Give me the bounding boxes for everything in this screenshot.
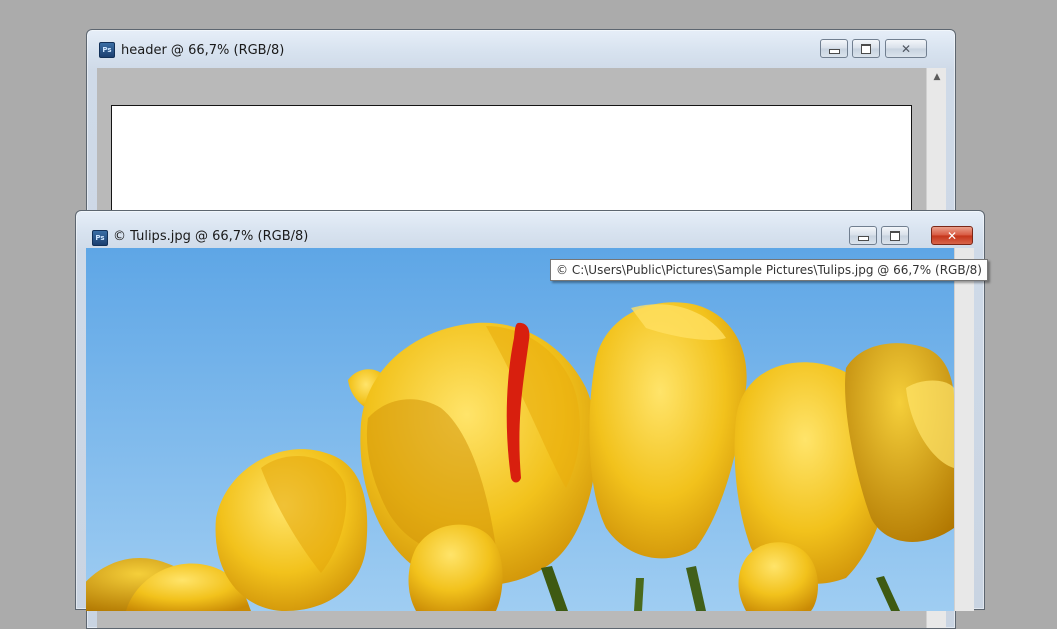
close-icon: ✕ (900, 41, 912, 56)
document-path-tooltip: © C:\Users\Public\Pictures\Sample Pictur… (550, 259, 988, 281)
photoshop-document-icon: Ps (99, 42, 115, 58)
photoshop-document-icon: Ps (92, 230, 108, 246)
header-window-title: header @ 66,7% (RGB/8) (121, 43, 285, 58)
scroll-up-arrow-icon[interactable]: ▲ (928, 68, 946, 86)
maximize-icon (890, 230, 900, 241)
minimize-icon (857, 236, 869, 241)
minimize-button[interactable] (820, 39, 848, 58)
tulips-canvas-area[interactable] (86, 248, 954, 611)
maximize-icon (861, 43, 871, 54)
minimize-button[interactable] (849, 226, 877, 245)
tulips-photo[interactable] (86, 248, 954, 611)
close-icon: ✕ (946, 228, 958, 243)
tulips-window-titlebar[interactable]: Ps © Tulips.jpg @ 66,7% (RGB/8) ✕ (76, 211, 984, 247)
minimize-icon (828, 49, 840, 54)
vertical-scrollbar[interactable] (954, 248, 974, 611)
maximize-button[interactable] (852, 39, 880, 58)
close-button[interactable]: ✕ (885, 39, 927, 58)
tulips-window-title: © Tulips.jpg @ 66,7% (RGB/8) (113, 229, 309, 244)
header-window-titlebar[interactable]: Ps header @ 66,7% (RGB/8) ✕ (87, 30, 955, 66)
maximize-button[interactable] (881, 226, 909, 245)
close-button[interactable]: ✕ (931, 226, 973, 245)
